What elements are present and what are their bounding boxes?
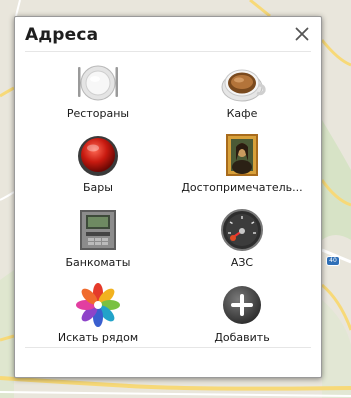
dialog-header: Адреса: [15, 17, 321, 51]
dialog-title: Адреса: [25, 25, 99, 45]
place-gas-stations[interactable]: АЗС: [172, 206, 312, 274]
place-cafe[interactable]: Кафе: [172, 57, 312, 125]
place-restaurants[interactable]: Рестораны: [28, 57, 168, 125]
mona-lisa-painting-icon: [226, 134, 258, 176]
place-attractions[interactable]: Достопримечатель...: [172, 131, 312, 199]
atm-machine-icon: [80, 210, 116, 250]
close-icon: [295, 27, 309, 41]
place-bars[interactable]: Бары: [28, 131, 168, 199]
place-label: Достопримечатель...: [181, 181, 303, 194]
map-route-marker: 40: [326, 256, 340, 266]
place-label: Кафе: [226, 107, 258, 120]
footer-divider: [25, 347, 311, 348]
place-label: Банкоматы: [65, 256, 131, 269]
gas-station-gauge-icon: [221, 209, 263, 251]
place-label: Бары: [83, 181, 113, 194]
place-search-nearby[interactable]: Искать рядом: [28, 281, 168, 349]
place-label: АЗС: [230, 256, 254, 269]
close-button[interactable]: [291, 23, 313, 45]
bar-red-button-icon: [78, 136, 118, 176]
add-plus-icon: [223, 286, 261, 324]
coffee-cup-icon: [221, 69, 266, 102]
place-add[interactable]: Добавить: [172, 281, 312, 349]
addresses-dialog: Адреса Рестораны Кафе Бары Достопримечат…: [14, 16, 322, 378]
place-atms[interactable]: Банкоматы: [28, 206, 168, 274]
place-label: Добавить: [214, 331, 270, 344]
place-label: Искать рядом: [57, 331, 139, 344]
flower-search-icon: [76, 283, 120, 327]
header-divider: [25, 51, 311, 52]
place-label: Рестораны: [66, 107, 130, 120]
map-marker-label: 40: [329, 257, 337, 264]
restaurant-plate-icon: [78, 65, 118, 101]
